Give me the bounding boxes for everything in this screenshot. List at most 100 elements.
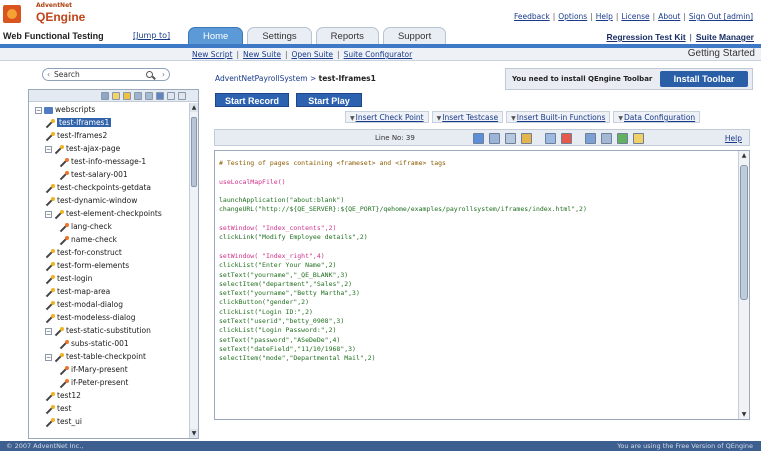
tree-item[interactable]: − test-table-checkpoint: [45, 350, 146, 363]
jump-to-link[interactable]: [Jump to]: [133, 31, 170, 40]
code-line[interactable]: [219, 168, 739, 177]
tab-settings[interactable]: Settings: [247, 27, 312, 45]
new-script-link[interactable]: New Script: [192, 50, 233, 59]
notes-icon[interactable]: [633, 133, 644, 144]
refresh-icon[interactable]: [145, 92, 153, 100]
about-link[interactable]: About: [658, 12, 680, 21]
find-icon[interactable]: [545, 133, 556, 144]
code-line[interactable]: setWindow( "Index_right",4): [219, 252, 739, 261]
tree-item[interactable]: test-modal-dialog: [45, 298, 123, 311]
expand-icon[interactable]: [167, 92, 175, 100]
scroll-up-icon[interactable]: ▲: [190, 103, 198, 112]
search-icon[interactable]: [134, 92, 142, 100]
getting-started-link[interactable]: Getting Started: [688, 48, 755, 59]
insert-built-in-functions-button[interactable]: ▼Insert Built-in Functions: [506, 111, 611, 123]
start-record-button[interactable]: Start Record: [215, 93, 289, 107]
code-line[interactable]: clickLink("Modify Employee details",2): [219, 233, 739, 242]
tree-item[interactable]: test: [45, 402, 71, 415]
tree-item[interactable]: test-salary-001: [59, 168, 128, 181]
license-link[interactable]: License: [621, 12, 649, 21]
code-line[interactable]: [219, 243, 739, 252]
code-line[interactable]: [219, 187, 739, 196]
code-line[interactable]: useLocalMapFile(): [219, 178, 739, 187]
tab-home[interactable]: Home: [188, 27, 244, 45]
tree-item[interactable]: test-Iframes1: [45, 116, 112, 129]
copy-icon[interactable]: [505, 133, 516, 144]
start-play-button[interactable]: Start Play: [296, 93, 362, 107]
search-icon[interactable]: [146, 71, 153, 78]
search-input[interactable]: ‹ Search ›: [42, 68, 170, 81]
prev-arrow-icon[interactable]: ‹: [47, 70, 50, 79]
next-arrow-icon[interactable]: ›: [162, 69, 165, 80]
code-line[interactable]: selectItem("department","Sales",2): [219, 280, 739, 289]
properties-icon[interactable]: [156, 92, 164, 100]
tree-item[interactable]: test-Iframes2: [45, 129, 107, 142]
tree-item[interactable]: − test-element-checkpoints: [45, 207, 162, 220]
code-line[interactable]: setText("password","ASeDeDe",4): [219, 336, 739, 345]
editor-scroll-thumb[interactable]: [740, 165, 748, 300]
collapse-toggle-icon[interactable]: −: [45, 145, 52, 153]
collapse-toggle-icon[interactable]: −: [45, 353, 52, 361]
code-line[interactable]: selectItem("mode","Departmental Mail",2): [219, 354, 739, 363]
tree-item[interactable]: lang-check: [59, 220, 112, 233]
code-line[interactable]: setText("dateField","11/10/1968",3): [219, 345, 739, 354]
tree-item[interactable]: test-modeless-dialog: [45, 311, 135, 324]
open-suite-link[interactable]: Open Suite: [291, 50, 333, 59]
tree-item[interactable]: test-login: [45, 272, 92, 285]
tree-item[interactable]: test-checkpoints-getdata: [45, 181, 151, 194]
tree-item[interactable]: test-map-area: [45, 285, 110, 298]
script-editor[interactable]: # Testing of pages containing <frameset>…: [214, 150, 750, 420]
code-line[interactable]: [219, 215, 739, 224]
code-line[interactable]: # Testing of pages containing <frameset>…: [219, 159, 739, 168]
tab-support[interactable]: Support: [382, 27, 447, 45]
validate-icon[interactable]: [617, 133, 628, 144]
paste-icon[interactable]: [521, 133, 532, 144]
print-icon[interactable]: [601, 133, 612, 144]
tree-item[interactable]: test-dynamic-window: [45, 194, 137, 207]
editor-scroll-down-icon[interactable]: ▼: [739, 410, 749, 419]
code-line[interactable]: clickList("Login ID:",2): [219, 308, 739, 317]
tree-item[interactable]: − test-ajax-page: [45, 142, 120, 155]
tree-item[interactable]: test_ui: [45, 415, 82, 428]
insert-check-point-button[interactable]: ▼Insert Check Point: [345, 111, 429, 123]
collapse-toggle-icon[interactable]: −: [35, 106, 42, 114]
preview-icon[interactable]: [585, 133, 596, 144]
editor-scroll-up-icon[interactable]: ▲: [739, 151, 749, 160]
script-code[interactable]: # Testing of pages containing <frameset>…: [219, 159, 739, 364]
tree-item[interactable]: test-form-elements: [45, 259, 129, 272]
replace-icon[interactable]: [561, 133, 572, 144]
breadcrumb-root[interactable]: AdventNetPayrollSystem: [215, 74, 308, 83]
code-line[interactable]: setText("yourname","_QE_BLANK",3): [219, 271, 739, 280]
suite-configurator-link[interactable]: Suite Configurator: [344, 50, 413, 59]
code-line[interactable]: clickList("Enter Your Name",2): [219, 261, 739, 270]
folder-icon[interactable]: [112, 92, 120, 100]
scroll-down-icon[interactable]: ▼: [190, 429, 198, 438]
insert-testcase-button[interactable]: ▼Insert Testcase: [431, 111, 504, 123]
code-line[interactable]: launchApplication("about:blank"): [219, 196, 739, 205]
tree-item[interactable]: − test-static-substitution: [45, 324, 151, 337]
tree-item[interactable]: test12: [45, 389, 81, 402]
scroll-thumb[interactable]: [191, 117, 197, 187]
tree-item[interactable]: test-info-message-1: [59, 155, 146, 168]
suite-manager-link[interactable]: Suite Manager: [696, 32, 754, 42]
collapse-toggle-icon[interactable]: −: [45, 327, 52, 335]
new-suite-link[interactable]: New Suite: [243, 50, 281, 59]
open-folder-icon[interactable]: [123, 92, 131, 100]
tree-item[interactable]: name-check: [59, 233, 117, 246]
collapse-toggle-icon[interactable]: −: [45, 210, 52, 218]
code-line[interactable]: clickList("Login Password:",2): [219, 326, 739, 335]
grid-icon[interactable]: [101, 92, 109, 100]
regression-test-kit-link[interactable]: Regression Test Kit: [606, 32, 685, 42]
help-link[interactable]: Help: [596, 12, 613, 21]
code-line[interactable]: setText("userid","betty_0908",3): [219, 317, 739, 326]
tree-scrollbar[interactable]: ▲ ▼: [189, 103, 198, 438]
feedback-link[interactable]: Feedback: [514, 12, 550, 21]
tree-item[interactable]: − webscripts: [35, 103, 95, 116]
save-icon[interactable]: [473, 133, 484, 144]
tree-item[interactable]: if-Mary-present: [59, 363, 128, 376]
cut-icon[interactable]: [489, 133, 500, 144]
data-configuration-button[interactable]: ▼Data Configuration: [613, 111, 701, 123]
tree-item[interactable]: subs-static-001: [59, 337, 129, 350]
code-line[interactable]: changeURL("http://${QE_SERVER}:${QE_PORT…: [219, 205, 739, 214]
editor-scrollbar[interactable]: ▲ ▼: [738, 151, 749, 419]
